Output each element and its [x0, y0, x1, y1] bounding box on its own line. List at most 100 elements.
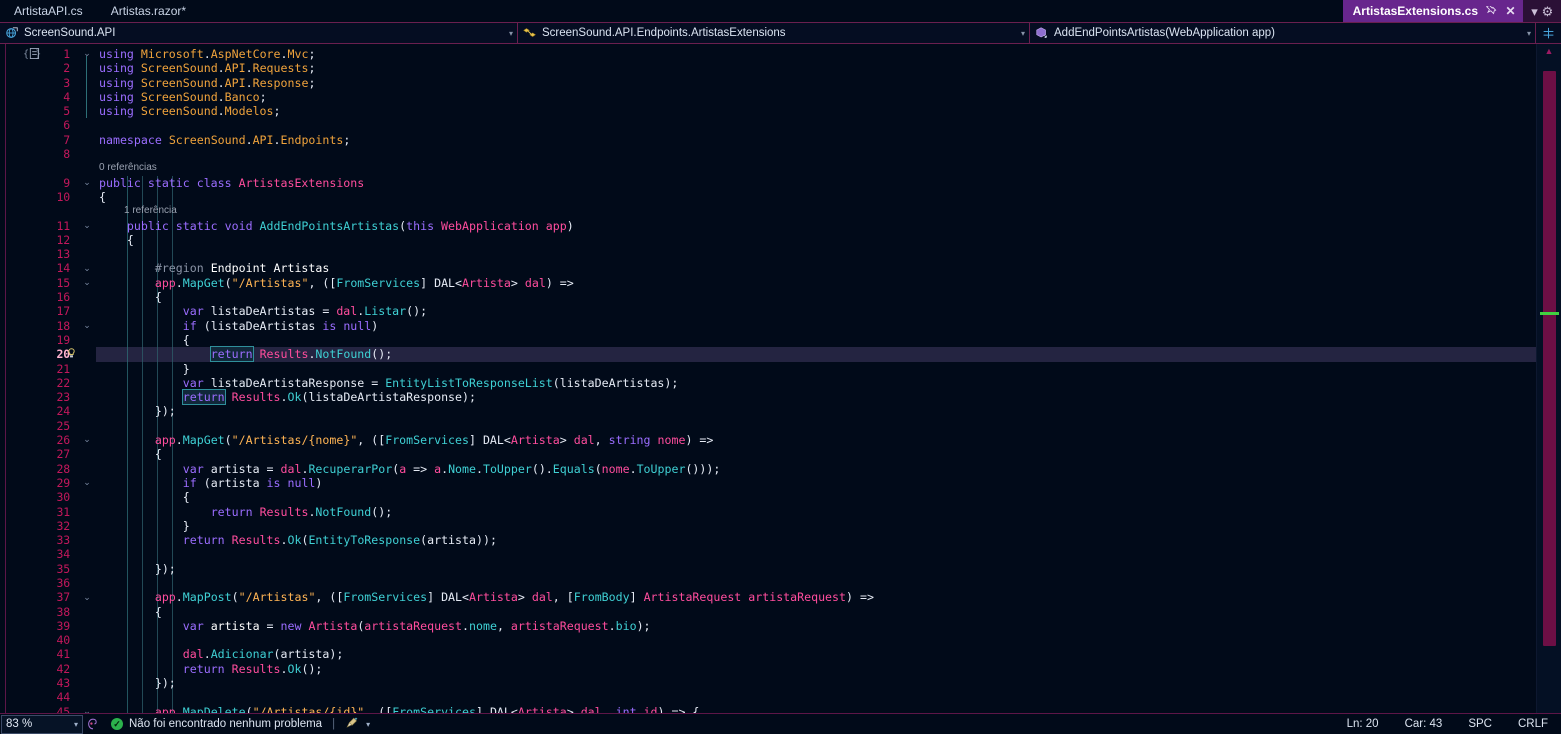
status-bar: 83 % ▾ ✓ Não foi encontrado nenhum probl… — [0, 713, 1561, 734]
build-status[interactable]: ✓ Não foi encontrado nenhum problema — [103, 718, 330, 730]
fold-toggle-icon[interactable]: ⌄ — [81, 590, 93, 604]
line-number: 13 — [56, 247, 71, 262]
token-plain: DAL< — [482, 433, 511, 448]
token-param: artistaRequest — [364, 618, 463, 633]
code-line: return Results.Ok(EntityToResponse(artis… — [99, 533, 1536, 547]
line-number: 4 — [63, 89, 70, 104]
line-number: 29 — [56, 475, 71, 490]
chevron-down-icon[interactable]: ▾ — [74, 720, 78, 729]
code-line: var listaDeArtistaResponse = EntityListT… — [99, 376, 1536, 390]
token-plain: (artista — [203, 475, 267, 490]
code-folding-margin[interactable]: ⌄ ⌄ ⌄ ⌄ ⌄ ⌄ ⌄ ⌄ ⌄ ⌄ — [78, 44, 96, 713]
line-number: 23 — [56, 390, 71, 405]
gear-icon[interactable]: ⚙ — [1541, 5, 1554, 18]
fold-toggle-icon[interactable]: ⌄ — [81, 433, 93, 447]
code-editor: { } 1 2 3 4 5 6 7 8 9 10 11 12 13 14 15 16 17 18 19 20 21 22 2… — [0, 44, 1561, 713]
token-plain: ) — [566, 218, 574, 233]
code-map-icon[interactable]: { } — [23, 46, 45, 62]
navbar-type-label: ScreenSound.API.Endpoints.ArtistasExtens… — [542, 27, 786, 39]
token-plain: ( — [231, 590, 239, 605]
highlighted-token: return — [181, 389, 226, 406]
line-number: 18 — [56, 318, 71, 333]
token-kw: return — [182, 533, 232, 548]
code-cleanup-button[interactable]: ▾ — [337, 716, 378, 733]
code-text-area[interactable]: using Microsoft.AspNetCore.Mvc; using Scr… — [96, 44, 1536, 713]
token-kw: is null — [266, 475, 316, 490]
scroll-up-arrow-icon[interactable]: ▲ — [1545, 46, 1554, 56]
document-tab-artistas-razor[interactable]: Artistas.razor* — [97, 0, 200, 22]
token-plain: listaDeArtistaResponse = — [210, 375, 386, 390]
vertical-scrollbar[interactable]: ▲ — [1536, 44, 1561, 713]
token-str: "/Artistas" — [231, 275, 309, 290]
fold-toggle-icon[interactable]: ⌄ — [81, 476, 93, 490]
document-tab-artistaapi[interactable]: ArtistaAPI.cs — [0, 0, 97, 22]
token-typ: Artista — [517, 704, 567, 713]
fold-toggle-icon[interactable]: ⌄ — [81, 319, 93, 333]
lightbulb-icon[interactable] — [65, 347, 78, 361]
token-plain: (); — [371, 347, 393, 362]
fold-toggle-icon[interactable]: ⌄ — [81, 176, 93, 190]
navbar-member-dropdown[interactable]: AddEndPointsArtistas(WebApplication app)… — [1030, 23, 1536, 43]
line-number: 43 — [56, 676, 71, 691]
fold-toggle-icon[interactable]: ⌄ — [81, 47, 93, 61]
token-reg: #region — [154, 261, 211, 276]
navbar-type-dropdown[interactable]: ScreenSound.API.Endpoints.ArtistasExtens… — [518, 23, 1030, 43]
token-kw: using — [99, 75, 141, 90]
token-typ: Artista — [510, 433, 560, 448]
token-plain: , ([ — [364, 704, 393, 713]
token-plain: ] — [427, 590, 442, 605]
line-number: 3 — [63, 75, 70, 90]
split-window-icon — [1543, 27, 1554, 38]
feedback-icon[interactable] — [83, 717, 103, 731]
token-plain: ; — [259, 89, 267, 104]
status-indentation[interactable]: SPC — [1455, 718, 1505, 730]
token-param: app — [154, 590, 176, 605]
document-tab-strip: ArtistaAPI.cs Artistas.razor* ArtistasEx… — [0, 0, 1561, 22]
chevron-down-icon[interactable]: ▾ — [1528, 5, 1541, 18]
token-plain: { — [99, 447, 162, 462]
token-ident: Mvc — [287, 47, 309, 61]
line-number: 19 — [56, 332, 71, 347]
token-plain: . — [280, 47, 288, 61]
token-mth: Adicionar — [210, 647, 274, 662]
token-plain: ; — [308, 47, 316, 61]
fold-toggle-icon[interactable]: ⌄ — [81, 262, 93, 276]
token-typ: Results — [231, 390, 281, 405]
token-mth: ToUpper — [482, 461, 532, 476]
fold-toggle-icon[interactable]: ⌄ — [81, 705, 93, 713]
fold-toggle-icon[interactable]: ⌄ — [81, 276, 93, 290]
token-kw: var — [182, 375, 211, 390]
chevron-down-icon[interactable]: ▾ — [1015, 29, 1025, 38]
status-line-ending[interactable]: CRLF — [1505, 718, 1561, 730]
document-tab-artistasextensions[interactable]: ArtistasExtensions.cs ✕ — [1342, 0, 1523, 22]
token-mth: MapDelete — [182, 704, 246, 713]
token-plain: ) => { — [657, 704, 700, 713]
tab-label: Artistas.razor* — [110, 4, 187, 18]
status-column-number[interactable]: Car: 43 — [1392, 718, 1456, 730]
token-typ: Results — [231, 533, 281, 548]
token-plain: ( — [224, 275, 232, 290]
status-line-number[interactable]: Ln: 20 — [1334, 718, 1392, 730]
close-icon[interactable]: ✕ — [1504, 5, 1517, 18]
token-param: app — [154, 704, 176, 713]
navbar-project-dropdown[interactable]: ScreenSound.API ▾ — [0, 23, 518, 43]
chevron-down-icon[interactable]: ▾ — [366, 720, 370, 729]
chevron-down-icon[interactable]: ▾ — [1521, 29, 1531, 38]
split-window-button[interactable] — [1536, 23, 1561, 43]
chevron-down-icon[interactable]: ▾ — [503, 29, 513, 38]
scrollbar-thumb[interactable] — [1543, 70, 1556, 647]
token-ident: ScreenSound — [140, 75, 218, 90]
token-mth: EntityListToResponseList — [385, 375, 553, 390]
pin-icon[interactable] — [1485, 5, 1498, 18]
glyph-margin[interactable]: { } 1 2 3 4 5 6 7 8 9 10 11 12 13 14 15 16 17 18 19 20 21 22 2… — [6, 44, 78, 713]
token-plain: , ([ — [357, 433, 386, 448]
zoom-level-dropdown[interactable]: 83 % ▾ — [1, 714, 83, 734]
line-number: 33 — [56, 533, 71, 548]
token-kw: return — [210, 504, 260, 519]
fold-toggle-icon[interactable]: ⌄ — [81, 219, 93, 233]
